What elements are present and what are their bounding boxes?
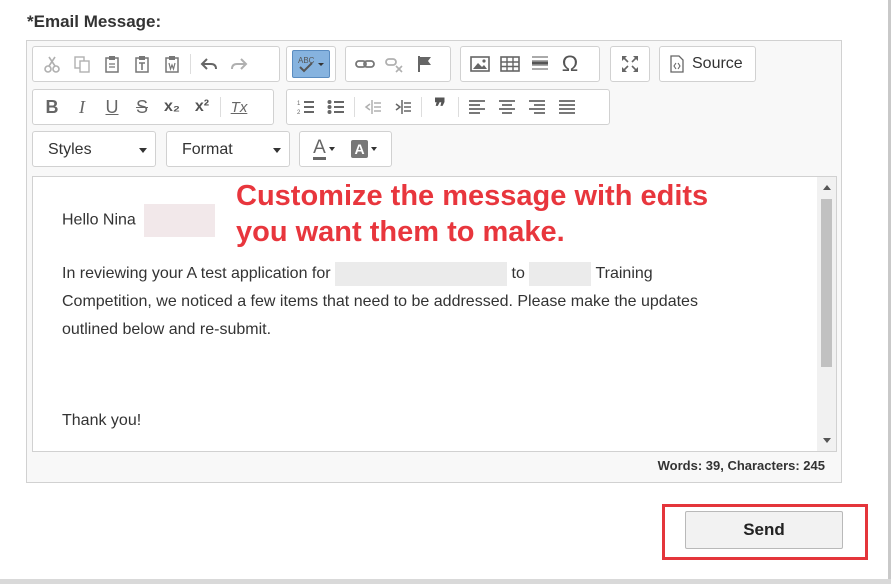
italic-icon[interactable]: I	[68, 93, 96, 121]
superscript-glyph: x²	[194, 98, 210, 115]
clipboard-toolbar-group	[32, 46, 280, 82]
body-text-1a: In reviewing your A test application for	[62, 265, 331, 282]
special-char-icon[interactable]: Ω	[556, 50, 584, 78]
toolbar-separator	[421, 97, 422, 117]
subscript-icon[interactable]: x₂	[158, 93, 186, 121]
link-icon[interactable]	[351, 50, 379, 78]
strike-icon[interactable]: S	[128, 93, 156, 121]
table-icon[interactable]	[496, 50, 524, 78]
text-color-icon: A	[313, 136, 326, 160]
numbered-list-icon[interactable]: 12	[292, 93, 320, 121]
redo-icon[interactable]	[225, 50, 253, 78]
send-highlight-box: Send	[662, 504, 868, 560]
cut-icon[interactable]	[38, 50, 66, 78]
unlink-icon[interactable]	[381, 50, 409, 78]
bulleted-list-icon[interactable]	[322, 93, 350, 121]
toolbar-separator	[190, 54, 191, 74]
chevron-down-icon	[139, 148, 147, 153]
paste-icon[interactable]	[98, 50, 126, 78]
omega-glyph: Ω	[561, 51, 579, 76]
align-right-icon[interactable]	[523, 93, 551, 121]
copy-icon[interactable]	[68, 50, 96, 78]
styles-dropdown-label: Styles	[48, 141, 92, 158]
links-toolbar-group	[345, 46, 451, 82]
redacted-name	[144, 204, 216, 237]
underline-glyph: U	[105, 96, 119, 117]
outdent-icon[interactable]	[359, 93, 387, 121]
scroll-up-icon[interactable]	[823, 185, 831, 190]
blockquote-glyph: ❞	[434, 94, 446, 119]
format-dropdown-label: Format	[182, 141, 233, 158]
greeting-text: Hello Nina	[62, 211, 136, 229]
bg-color-icon: A	[351, 140, 368, 158]
page-bottom-border	[0, 579, 891, 584]
spellcheck-icon[interactable]: ABC	[292, 50, 330, 78]
styles-dropdown[interactable]: Styles	[32, 131, 156, 167]
source-button[interactable]: Source	[664, 55, 743, 73]
scroll-down-icon[interactable]	[823, 438, 831, 443]
bold-glyph: B	[45, 96, 59, 117]
annotation-line-2: you want them to make.	[236, 216, 565, 248]
send-button[interactable]: Send	[685, 511, 843, 549]
greeting-line: Hello Nina	[62, 204, 216, 237]
chevron-down-icon	[273, 148, 281, 153]
underline-icon[interactable]: U	[98, 93, 126, 121]
chevron-down-icon	[370, 147, 377, 151]
strike-glyph: S	[135, 96, 148, 117]
body-line-2: Competition, we noticed a few items that…	[62, 293, 698, 310]
maximize-icon[interactable]	[616, 50, 644, 78]
body-text-1b: to	[511, 265, 525, 282]
annotation-line-1: Customize the message with edits	[236, 180, 709, 212]
instruction-annotation: Customize the message with edits you wan…	[236, 178, 776, 250]
word-character-counter: Words: 39, Characters: 245	[657, 458, 825, 473]
bg-color-button[interactable]: A	[345, 135, 383, 163]
editor-scrollbar[interactable]	[817, 177, 836, 451]
toolbar-separator	[458, 97, 459, 117]
toolbar-separator	[220, 97, 221, 117]
italic-glyph: I	[79, 96, 85, 117]
scrollbar-thumb[interactable]	[821, 199, 832, 367]
align-left-icon[interactable]	[463, 93, 491, 121]
basic-styles-toolbar-group: B I U S x₂ x² Tx	[32, 89, 274, 125]
undo-icon[interactable]	[195, 50, 223, 78]
paragraph-toolbar-group: 12 ❞	[286, 89, 610, 125]
image-icon[interactable]	[466, 50, 494, 78]
align-center-icon[interactable]	[493, 93, 521, 121]
subscript-glyph: x₂	[163, 98, 180, 115]
body-line-1: In reviewing your A test application for…	[62, 260, 653, 288]
text-color-button[interactable]: A	[305, 135, 343, 163]
anchor-icon[interactable]	[411, 50, 439, 78]
svg-text:1: 1	[297, 101, 301, 107]
horizontal-line-icon[interactable]	[526, 50, 554, 78]
source-label: Source	[692, 55, 743, 72]
body-text-1c: Training	[595, 265, 653, 282]
format-dropdown[interactable]: Format	[166, 131, 290, 167]
source-icon	[670, 55, 684, 73]
colors-toolbar-group: A A	[299, 131, 392, 167]
signoff-line: Thank you!	[62, 412, 142, 429]
redacted-application	[335, 261, 508, 286]
blockquote-icon[interactable]: ❞	[426, 93, 454, 121]
chevron-down-icon	[328, 147, 335, 151]
toolbar-separator	[354, 97, 355, 117]
body-line-3: outlined below and re-submit.	[62, 321, 272, 338]
rich-text-editor: ABC Ω Source B I U S x₂ x² Tx 1 2 ❞ Styl…	[26, 40, 842, 483]
email-message-label: *Email Message:	[27, 12, 162, 31]
justify-icon[interactable]	[553, 93, 581, 121]
remove-format-icon[interactable]: Tx	[225, 93, 253, 121]
paste-text-icon[interactable]	[128, 50, 156, 78]
superscript-icon[interactable]: x²	[188, 93, 216, 121]
remove-format-glyph: Tx	[230, 98, 248, 116]
maximize-toolbar-group	[610, 46, 650, 82]
spellcheck-toolbar-group: ABC	[286, 46, 336, 82]
insert-toolbar-group: Ω	[460, 46, 600, 82]
svg-text:2: 2	[297, 110, 301, 116]
paste-word-icon[interactable]	[158, 50, 186, 78]
bold-icon[interactable]: B	[38, 93, 66, 121]
redacted-competition	[529, 261, 592, 286]
indent-icon[interactable]	[389, 93, 417, 121]
source-toolbar-group: Source	[659, 46, 756, 82]
